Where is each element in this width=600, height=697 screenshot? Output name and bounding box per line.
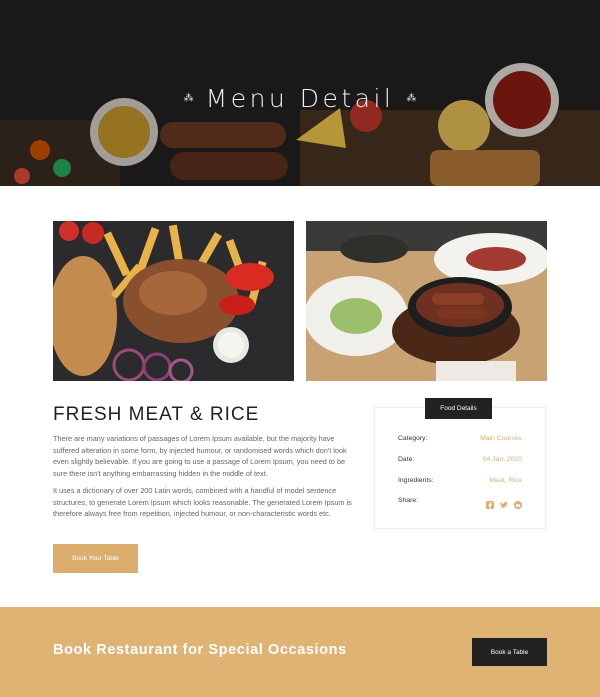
detail-value: 04 Jan, 2020 [482, 455, 522, 463]
hero-title-wrap: ⁂ Menu Detail ⁂ [0, 80, 600, 116]
restaurant-table-image [306, 221, 547, 381]
detail-row-category: Category: Main Courses [398, 432, 522, 444]
cta-title: Book Restaurant for Special Occasions [53, 642, 347, 658]
detail-row-share: Share: [398, 494, 522, 509]
facebook-icon[interactable] [486, 496, 494, 509]
description-paragraph-2: It uses a dictionary of over 200 Latin w… [53, 486, 352, 519]
book-your-table-button[interactable]: Book Your Table [53, 544, 138, 573]
book-a-table-button[interactable]: Book a Table [472, 638, 547, 666]
hero-banner: ⁂ Menu Detail ⁂ [0, 0, 600, 186]
share-icons [486, 496, 522, 509]
detail-value[interactable]: Main Courses [480, 435, 522, 442]
dish-photo-1 [53, 221, 294, 381]
food-details-tag: Food Details [425, 398, 492, 419]
gyro-plate-image [53, 221, 294, 381]
detail-label: Ingredients: [398, 476, 434, 484]
food-details-card [374, 407, 546, 529]
detail-label: Date: [398, 455, 415, 463]
detail-value: Meat, Rice [489, 476, 522, 484]
detail-row-ingredients: Ingredients: Meat, Rice [398, 474, 522, 486]
reddit-icon[interactable] [514, 496, 522, 509]
ornament-left-icon: ⁂ [183, 92, 194, 104]
ornament-right-icon: ⁂ [406, 92, 417, 104]
detail-label: Category: [398, 434, 428, 442]
dish-photo-2 [306, 221, 547, 381]
description-paragraph-1: There are many variations of passages of… [53, 434, 347, 479]
page-title: Menu Detail [205, 83, 395, 113]
detail-label: Share: [398, 496, 419, 504]
dish-title: FRESH MEAT & RICE [53, 404, 260, 425]
detail-row-date: Date: 04 Jan, 2020 [398, 453, 522, 465]
twitter-icon[interactable] [500, 496, 508, 508]
